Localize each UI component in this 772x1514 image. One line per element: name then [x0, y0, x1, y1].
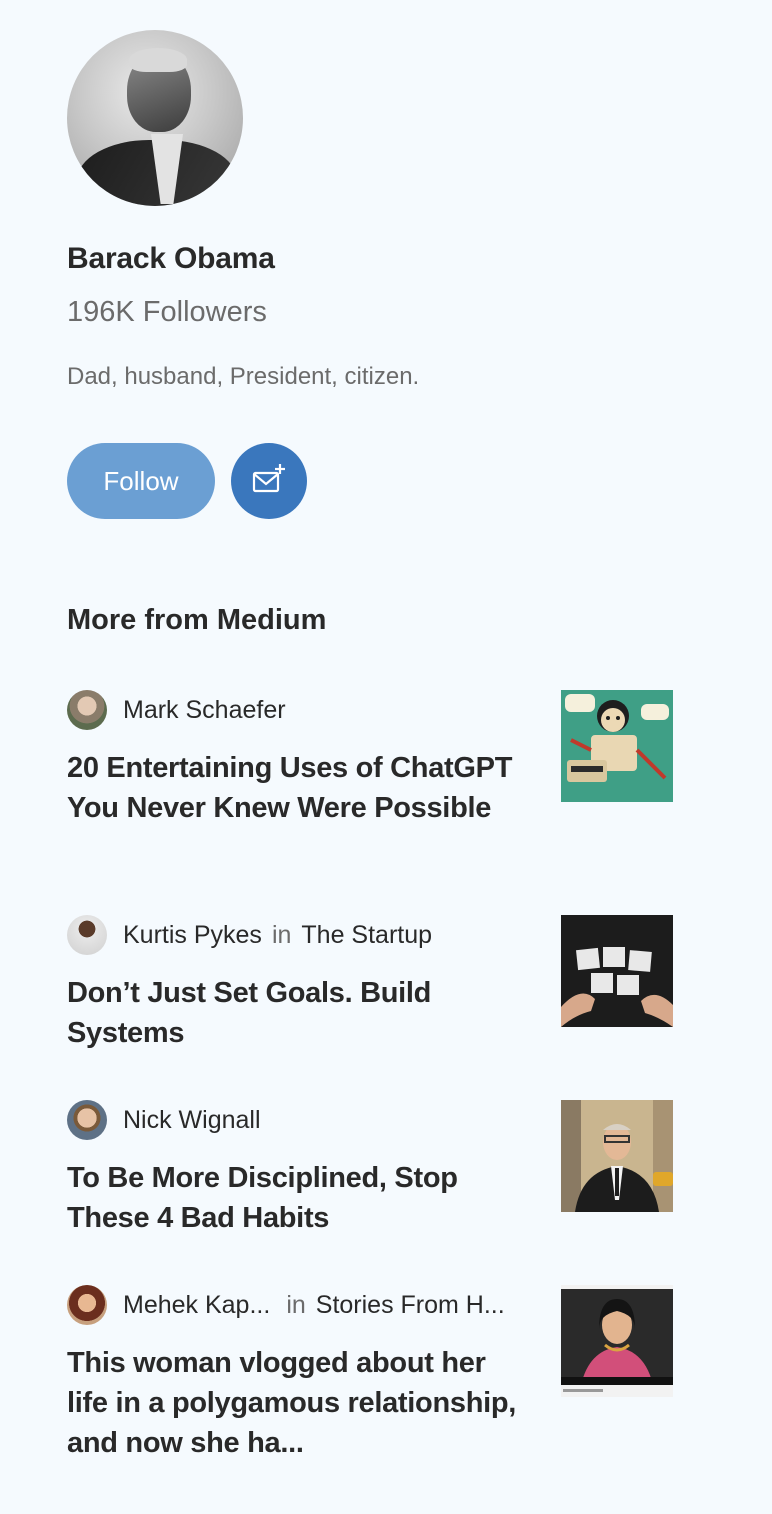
subscribe-button[interactable]: [231, 443, 307, 519]
story-item[interactable]: Mark Schaefer 20 Entertaining Uses of Ch…: [67, 690, 707, 828]
story-item[interactable]: Nick Wignall To Be More Disciplined, Sto…: [67, 1100, 707, 1238]
profile-section: Barack Obama 196K Followers Dad, husband…: [67, 30, 707, 519]
in-label: in: [286, 1290, 306, 1319]
publication-name[interactable]: The Startup: [301, 921, 432, 950]
author-avatar[interactable]: [67, 690, 107, 730]
story-thumbnail[interactable]: [561, 1100, 673, 1212]
author-avatar[interactable]: [67, 915, 107, 955]
author-name[interactable]: Kurtis Pykes: [123, 921, 262, 950]
profile-bio: Dad, husband, President, citizen.: [67, 363, 420, 390]
story-thumbnail[interactable]: [561, 690, 673, 802]
more-from-heading: More from Medium: [67, 604, 327, 636]
author-name[interactable]: Mark Schaefer: [123, 696, 286, 725]
story-title[interactable]: This woman vlogged about her life in a p…: [67, 1343, 527, 1463]
publication-name[interactable]: Stories From H...: [316, 1291, 505, 1320]
in-label: in: [271, 920, 292, 949]
profile-name[interactable]: Barack Obama: [67, 242, 707, 276]
author-name[interactable]: Mehek Kap...: [123, 1291, 270, 1320]
mail-plus-icon: [252, 464, 285, 493]
story-item[interactable]: Kurtis Pykes in The Startup Don’t Just S…: [67, 915, 707, 1053]
followers-count[interactable]: 196K Followers: [67, 296, 707, 329]
author-avatar[interactable]: [67, 1100, 107, 1140]
story-title[interactable]: To Be More Disciplined, Stop These 4 Bad…: [67, 1158, 527, 1238]
story-title[interactable]: Don’t Just Set Goals. Build Systems: [67, 973, 527, 1053]
author-name[interactable]: Nick Wignall: [123, 1106, 261, 1135]
story-thumbnail[interactable]: [561, 915, 673, 1027]
author-avatar[interactable]: [67, 1285, 107, 1325]
profile-actions: Follow: [67, 443, 707, 519]
story-thumbnail[interactable]: [561, 1285, 673, 1397]
story-item[interactable]: Mehek Kap... in Stories From H... This w…: [67, 1285, 707, 1463]
follow-button[interactable]: Follow: [67, 443, 215, 519]
profile-avatar[interactable]: [67, 30, 243, 206]
story-title[interactable]: 20 Entertaining Uses of ChatGPT You Neve…: [67, 748, 527, 828]
